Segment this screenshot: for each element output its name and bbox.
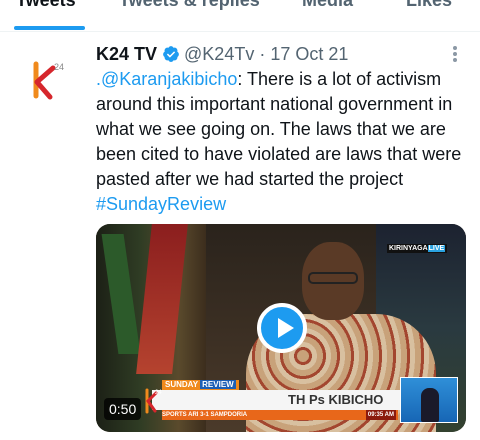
tweet-header: K24 TV @K24Tv · 17 Oct 21 (96, 43, 348, 65)
tab-media[interactable]: Media (302, 0, 353, 21)
news-ticker: SPORTS ARI 3-1 SAMPDORIA 09:35 AM (162, 410, 398, 420)
show-tag-label: SUNDAY (165, 380, 198, 389)
video-thumbnail[interactable]: KIRINYAGALIVE SUNDAY REVIEW TH Ps KIBICH… (96, 224, 466, 432)
tab-tweets[interactable]: Tweets (16, 0, 76, 21)
play-icon[interactable] (257, 303, 307, 353)
separator-dot: · (259, 43, 266, 64)
tab-likes[interactable]: Likes (406, 0, 452, 21)
avatar[interactable]: 24 (22, 54, 74, 106)
ticker-time: 09:35 AM (365, 410, 396, 420)
sign-language-interpreter (400, 377, 458, 423)
more-options-icon[interactable] (448, 44, 462, 64)
show-tag: SUNDAY REVIEW (162, 380, 239, 390)
hashtag-link[interactable]: #SundayReview (96, 194, 226, 214)
location-label: KIRINYAGA (389, 245, 428, 252)
show-tag-label-2: REVIEW (200, 380, 236, 389)
lower-third-name: TH Ps KIBICHO (288, 392, 384, 407)
avatar-logo-text: 24 (54, 62, 64, 72)
speaker-glasses (308, 272, 358, 284)
k24-bug-icon: 24 (145, 388, 162, 414)
verified-badge-icon (163, 46, 179, 62)
k24-logo-icon: 24 (33, 61, 64, 100)
bug-logo-text: 24 (155, 390, 162, 396)
tweet-date[interactable]: 17 Oct 21 (270, 44, 348, 65)
tab-tweets-replies[interactable]: Tweets & replies (119, 0, 260, 21)
handle[interactable]: @K24Tv (184, 44, 254, 65)
active-tab-indicator (14, 26, 85, 30)
display-name[interactable]: K24 TV (96, 44, 157, 65)
tweet-text: .@Karanjakibicho: There is a lot of acti… (96, 67, 468, 217)
live-badge: LIVE (427, 245, 446, 252)
location-overlay: KIRINYAGALIVE (387, 244, 448, 253)
interpreter-figure (421, 388, 439, 422)
profile-tabs: Tweets Tweets & replies Media Likes (0, 0, 480, 32)
mention-link[interactable]: @Karanjakibicho (101, 69, 237, 89)
ticker-text: SPORTS ARI 3-1 SAMPDORIA (162, 412, 248, 418)
video-duration: 0:50 (104, 398, 142, 420)
